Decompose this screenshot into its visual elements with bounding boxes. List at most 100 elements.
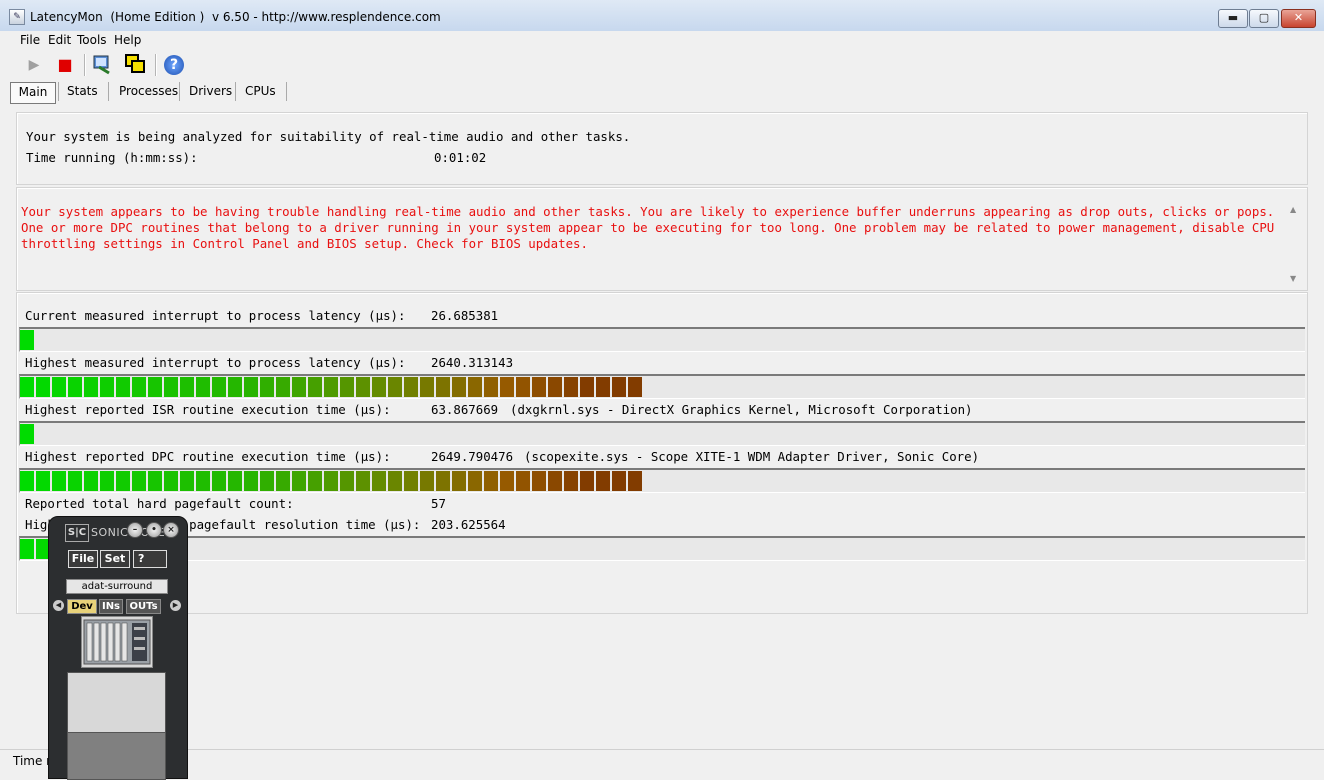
play-icon[interactable]: ▶ [22, 53, 46, 77]
bar-segment [404, 377, 420, 397]
metric-value: 2640.313143 [431, 355, 514, 370]
bar-segment [212, 377, 228, 397]
bar-segment [212, 471, 228, 491]
bar-segment [180, 471, 196, 491]
bar-segment [580, 471, 596, 491]
bar-segment [420, 377, 436, 397]
status-bar [0, 749, 1324, 778]
metric-label: Reported total hard pagefault count: [25, 496, 294, 511]
mixer-icon [83, 619, 151, 665]
close-icon[interactable]: × [163, 522, 179, 538]
bar-segment [276, 471, 292, 491]
metric-label: Highest reported DPC routine execution t… [25, 449, 391, 464]
wrench-icon [93, 55, 110, 75]
bar-segment [100, 377, 116, 397]
help-button[interactable]: ? [162, 53, 186, 77]
bar-segment [516, 471, 532, 491]
left-arrow-icon[interactable]: ◀ [53, 600, 64, 611]
bar-segment [612, 377, 628, 397]
bar-segment [36, 471, 52, 491]
sonic-tab-outs[interactable]: OUTs [126, 599, 161, 614]
stop-icon[interactable]: ■ [53, 53, 77, 77]
bar-segment [84, 471, 100, 491]
bar-segment [20, 539, 36, 559]
tab-drivers[interactable]: Drivers [189, 82, 232, 102]
minimize-button[interactable]: ▬ [1218, 9, 1248, 28]
sonic-set-button[interactable]: Set [100, 550, 130, 568]
bar-segment [580, 377, 596, 397]
menu-file[interactable]: File [20, 33, 40, 47]
bar-segment [596, 471, 612, 491]
bar-segment [36, 377, 52, 397]
sonic-help-button[interactable]: ? [133, 550, 167, 568]
sonic-file-button[interactable]: File [68, 550, 98, 568]
bar-segment [628, 377, 644, 397]
bar-segment [372, 471, 388, 491]
time-running-label: Time running (h:mm:ss): [26, 150, 198, 165]
sonic-device-list[interactable] [67, 672, 166, 734]
bar-segment [388, 377, 404, 397]
sonic-core-panel[interactable]: S|C SONIC CORE – • × File Set ? adat-sur… [48, 516, 188, 780]
sonic-preset-name[interactable]: adat-surround [66, 579, 168, 594]
bar-segment [148, 471, 164, 491]
app-icon[interactable]: ✎ [9, 9, 25, 25]
bar-segment [532, 471, 548, 491]
bar-segment [356, 471, 372, 491]
metric-detail: (scopexite.sys - Scope XITE-1 WDM Adapte… [524, 449, 980, 464]
toolbar [0, 52, 1324, 79]
tab-separator [179, 82, 180, 101]
bar-segment [564, 471, 580, 491]
bar-segment [116, 471, 132, 491]
tab-processes[interactable]: Processes [119, 82, 178, 102]
device-image[interactable] [81, 616, 153, 668]
scroll-down-arrow[interactable]: ▼ [1290, 274, 1296, 283]
menu-help[interactable]: Help [114, 33, 141, 47]
bar-segment [196, 471, 212, 491]
tab-stats[interactable]: Stats [67, 82, 98, 102]
bar-segment [372, 377, 388, 397]
latency-bar [19, 374, 1305, 399]
windows-icon[interactable] [123, 53, 147, 77]
bar-segment [68, 377, 84, 397]
warning-text: Your system appears to be having trouble… [21, 204, 1275, 251]
tab-separator [286, 82, 287, 101]
bar-segment [500, 471, 516, 491]
bar-segment [260, 471, 276, 491]
bar-segment [404, 471, 420, 491]
bar-segment [116, 377, 132, 397]
bar-segment [132, 377, 148, 397]
latency-bar [19, 421, 1305, 446]
scroll-up-arrow[interactable]: ▲ [1290, 205, 1296, 214]
bar-segment [452, 471, 468, 491]
maximize-button[interactable]: ▢ [1249, 9, 1279, 28]
tab-main[interactable]: Main [10, 82, 56, 104]
menu-tools[interactable]: Tools [77, 33, 107, 47]
bar-segment [260, 377, 276, 397]
help-icon: ? [164, 55, 184, 75]
sonic-tab-dev[interactable]: Dev [67, 599, 97, 614]
bar-segment [228, 471, 244, 491]
right-arrow-icon[interactable]: ▶ [170, 600, 181, 611]
bar-segment [100, 471, 116, 491]
bar-segment [148, 377, 164, 397]
minimize-icon[interactable]: – [127, 522, 143, 538]
sonic-tab-ins[interactable]: INs [99, 599, 123, 614]
tab-cpus[interactable]: CPUs [245, 82, 276, 102]
bar-segment [468, 377, 484, 397]
summary-panel [16, 112, 1308, 185]
copy-icon [125, 54, 145, 73]
bar-segment [324, 471, 340, 491]
bar-segment [468, 471, 484, 491]
bar-segment [292, 471, 308, 491]
sonic-core-logo: S|C [65, 524, 89, 542]
toolbar-separator [155, 54, 157, 76]
tools-icon[interactable] [90, 53, 114, 77]
close-button[interactable]: ✕ [1281, 9, 1316, 28]
bar-segment [564, 377, 580, 397]
menu-edit[interactable]: Edit [48, 33, 71, 47]
bar-segment [244, 377, 260, 397]
restore-icon[interactable]: • [146, 522, 162, 538]
bar-segment [20, 471, 36, 491]
window-title: LatencyMon (Home Edition ) v 6.50 - http… [30, 10, 441, 24]
bar-segment [484, 377, 500, 397]
